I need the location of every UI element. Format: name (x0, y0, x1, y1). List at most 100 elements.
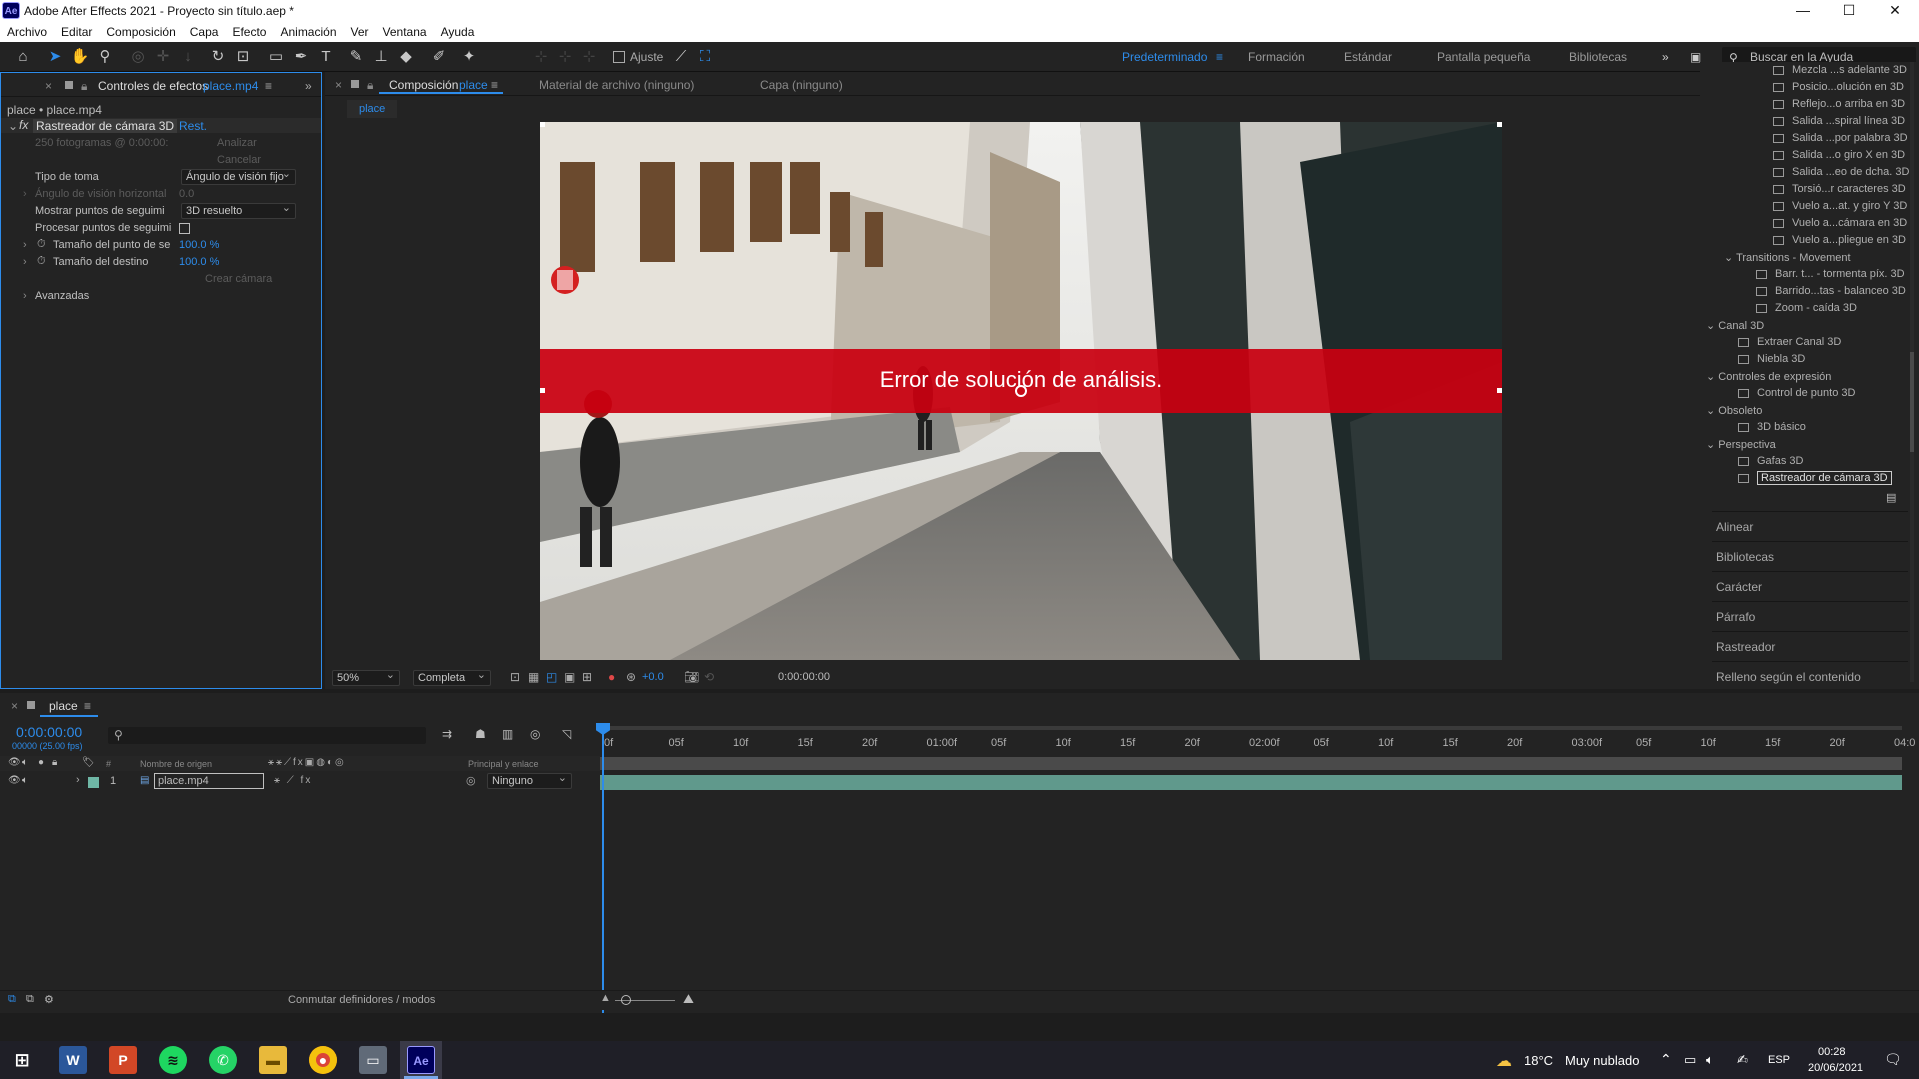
windows-start-icon[interactable]: ⊞ (8, 1046, 36, 1074)
effect-item[interactable]: 3D básico (1738, 421, 1806, 433)
home-icon[interactable]: ⌂ (13, 47, 33, 67)
section-caracter[interactable]: Carácter (1712, 571, 1908, 599)
resolution-dropdown[interactable]: Completa (413, 669, 491, 686)
work-area-bar[interactable] (600, 726, 1902, 730)
eraser-tool-icon[interactable]: ◆ (396, 47, 416, 67)
effect-item[interactable]: Mezcla ...s adelante 3D (1773, 64, 1907, 76)
effect-item[interactable]: Control de punto 3D (1738, 387, 1855, 399)
exposure-value[interactable]: +0.0 (642, 671, 664, 683)
chevron-down-icon[interactable]: ⌄ (1706, 371, 1718, 383)
shot-type-dropdown[interactable]: Ángulo de visión fijo (181, 169, 296, 185)
layer-handle[interactable] (540, 388, 545, 393)
comp-flowchart-icon[interactable]: ⧉ (8, 993, 16, 1006)
timeline-search-input[interactable] (108, 727, 426, 744)
point-size-value[interactable]: 100.0 % (179, 239, 219, 251)
clock-time[interactable]: 00:28 (1818, 1046, 1846, 1058)
transparency-grid-icon[interactable]: ▦ (528, 670, 539, 684)
layer-name[interactable]: place.mp4 (154, 773, 264, 789)
section-relleno[interactable]: Relleno según el contenido (1712, 661, 1908, 689)
color-channels-icon[interactable]: ● (608, 670, 615, 684)
section-alinear[interactable]: Alinear (1712, 511, 1908, 539)
effect-controls-tab[interactable]: Controles de efectos (98, 79, 208, 93)
stamp-tool-icon[interactable]: ⊥ (371, 47, 391, 67)
effect-item[interactable]: Salida ...spiral línea 3D (1773, 115, 1905, 127)
lock-icon[interactable]: 🔒︎ (81, 79, 87, 94)
scrollbar[interactable] (1910, 352, 1914, 452)
brush-tool-icon[interactable]: ✎ (346, 47, 366, 67)
workspace-menu-icon[interactable]: ≡ (1216, 50, 1223, 64)
pen-icon[interactable]: ✍ (1737, 1052, 1748, 1068)
snap-option-icon[interactable]: ⟋ (671, 47, 691, 67)
composition-viewer[interactable]: Error de solución de análisis. (540, 122, 1502, 660)
close-tab-icon[interactable]: × (11, 699, 18, 713)
target-size-expand-icon[interactable]: › (23, 256, 27, 268)
hfov-value[interactable]: 0.0 (179, 188, 194, 200)
chevron-down-icon[interactable]: ⌄ (1706, 320, 1718, 332)
comp-subtab[interactable]: place (347, 100, 397, 118)
render-points-checkbox[interactable] (179, 223, 190, 234)
weather-desc[interactable]: Muy nublado (1565, 1053, 1639, 1068)
comp-mini-flowchart-icon[interactable]: ⇉ (442, 727, 452, 741)
new-preset-icon[interactable]: ▤ (1886, 491, 1896, 504)
effect-group[interactable]: ⌄ Perspectiva (1706, 438, 1776, 451)
effect-item[interactable]: Barrido...tas - balanceo 3D (1756, 285, 1906, 297)
zoom-in-icon[interactable]: ⛰ (683, 991, 694, 1007)
axis-view-icon[interactable]: ⊹ (579, 47, 599, 67)
notifications-icon[interactable]: 🗨 (1884, 1051, 1902, 1068)
stopwatch-icon[interactable]: ⏱ (37, 255, 46, 268)
composition-tab[interactable]: Composición (389, 78, 458, 92)
chevron-down-icon[interactable]: ⌄ (1724, 252, 1736, 264)
powerpoint-icon[interactable]: P (109, 1046, 137, 1074)
audio-icon[interactable]: 🔈︎ (22, 757, 28, 768)
hfov-expand-icon[interactable]: › (23, 188, 27, 200)
effect-group[interactable]: ⌄ Transitions - Movement (1724, 251, 1851, 264)
menu-composicion[interactable]: Composición (106, 25, 175, 39)
layer-handle[interactable] (540, 122, 545, 127)
app-window-icon[interactable]: ▭ (359, 1046, 387, 1074)
stopwatch-icon[interactable]: ⏱ (37, 238, 46, 251)
rotate-tool-icon[interactable]: ↻ (208, 47, 228, 67)
close-tab-icon[interactable]: × (335, 78, 342, 92)
effect-item[interactable]: Vuelo a...at. y giro Y 3D (1773, 200, 1907, 212)
effect-item[interactable]: Niebla 3D (1738, 353, 1805, 365)
effect-item[interactable]: Salida ...por palabra 3D (1773, 132, 1908, 144)
language-indicator[interactable]: ESP (1768, 1054, 1790, 1066)
workspace-formacion[interactable]: Formación (1248, 50, 1305, 64)
more-workspaces-icon[interactable]: » (1662, 50, 1669, 64)
effect-item[interactable]: Vuelo a...pliegue en 3D (1773, 234, 1906, 246)
toggle-switches-modes[interactable]: Conmutar definidores / modos (288, 994, 435, 1006)
color-management-icon[interactable]: ⊛ (626, 670, 636, 684)
motion-blur-icon[interactable]: ◎ (530, 727, 540, 741)
menu-animacion[interactable]: Animación (280, 25, 336, 39)
workspace-bibliotecas[interactable]: Bibliotecas (1569, 50, 1627, 64)
frame-blending-icon[interactable]: ▥ (502, 727, 513, 741)
menu-efecto[interactable]: Efecto (232, 25, 266, 39)
eye-icon[interactable]: 👁︎ (8, 757, 21, 768)
snap-target-icon[interactable]: ⛶ (695, 47, 715, 67)
maximize-button[interactable]: ☐ (1826, 0, 1872, 22)
file-explorer-icon[interactable]: ▬ (259, 1046, 287, 1074)
word-icon[interactable]: W (59, 1046, 87, 1074)
lock-icon[interactable]: 🔒︎ (52, 757, 57, 768)
menu-archivo[interactable]: Archivo (7, 25, 47, 39)
chevron-down-icon[interactable]: ⌄ (1706, 439, 1718, 451)
anchor-tool-icon[interactable]: ⊡ (233, 47, 253, 67)
layer-label-color[interactable] (88, 777, 99, 788)
graph-editor-icon[interactable]: ◹ (562, 727, 571, 741)
whatsapp-icon[interactable]: ✆ (209, 1046, 237, 1074)
section-parrafo[interactable]: Párrafo (1712, 601, 1908, 629)
pen-tool-icon[interactable]: ✒ (291, 47, 311, 67)
effect-group[interactable]: ⌄ Obsoleto (1706, 404, 1762, 417)
menu-capa[interactable]: Capa (190, 25, 219, 39)
pan-camera-icon[interactable]: ✛ (153, 47, 173, 67)
layer-switches[interactable]: ⚹ ⟋ fx (274, 775, 312, 786)
target-size-value[interactable]: 100.0 % (179, 256, 219, 268)
show-points-dropdown[interactable]: 3D resuelto (181, 202, 296, 219)
tray-chevron-icon[interactable]: ⌃ (1660, 1051, 1672, 1068)
effect-item[interactable]: Reflejo...o arriba en 3D (1773, 98, 1905, 110)
anchor-point-icon[interactable] (1015, 385, 1027, 397)
clock-date[interactable]: 20/06/2021 (1808, 1062, 1863, 1074)
effect-item[interactable]: Zoom - caída 3D (1756, 302, 1857, 314)
layer-bar[interactable] (600, 775, 1902, 790)
puppet-pin-icon[interactable]: ✦ (459, 47, 479, 67)
